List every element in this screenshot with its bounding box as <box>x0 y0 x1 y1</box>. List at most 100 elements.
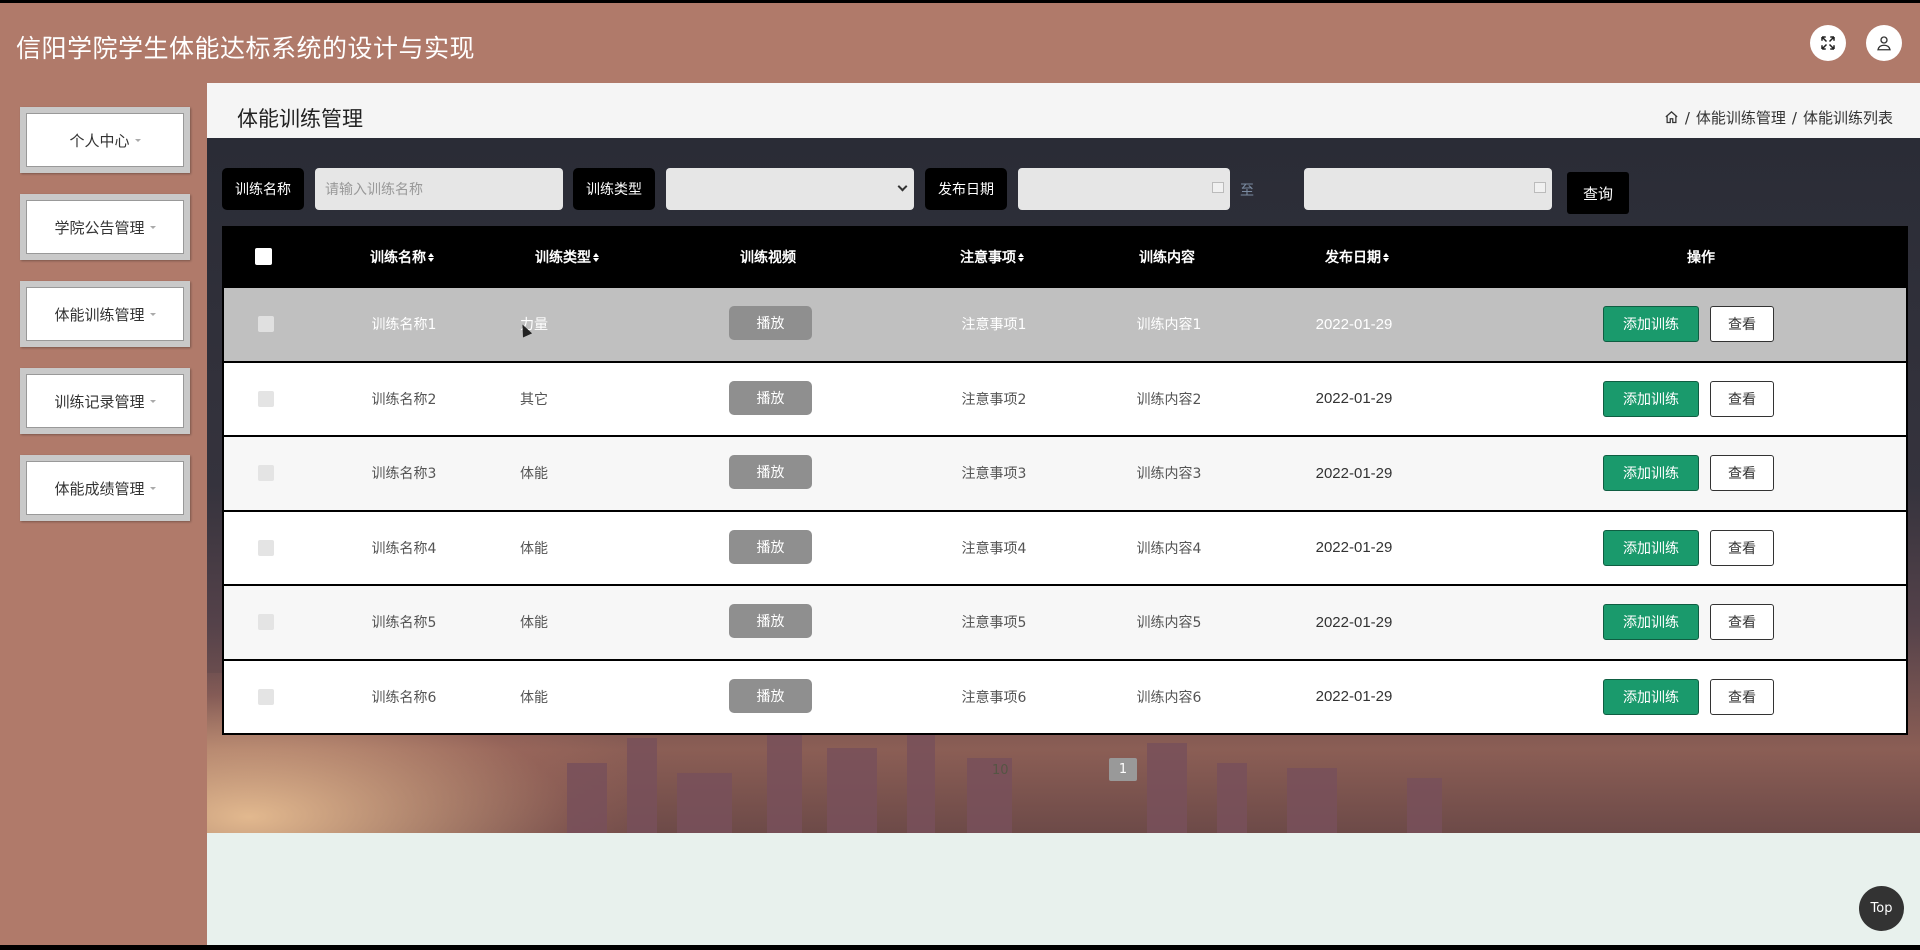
user-button[interactable] <box>1866 25 1902 61</box>
view-button[interactable]: 查看 <box>1710 604 1774 640</box>
add-training-button[interactable]: 添加训练 <box>1603 604 1699 640</box>
play-button[interactable]: 播放 <box>729 455 812 489</box>
cell-type: 力量 <box>520 317 548 334</box>
add-training-button[interactable]: 添加训练 <box>1603 529 1699 566</box>
pagination-page-current[interactable]: 1 <box>1109 758 1137 781</box>
sidebar-item-training[interactable]: 体能训练管理 <box>20 281 190 347</box>
cell-notes: 注意事项6 <box>961 689 1027 706</box>
play-button[interactable]: 播放 <box>729 604 812 638</box>
cell-date: 2022-01-29 <box>1315 315 1393 333</box>
select-all-checkbox[interactable] <box>255 248 272 265</box>
cell-content: 训练内容5 <box>1136 615 1202 632</box>
add-training-button[interactable]: 添加训练 <box>1603 380 1699 417</box>
background-building <box>767 723 802 833</box>
home-icon[interactable] <box>1664 110 1679 125</box>
sort-icon <box>593 252 599 262</box>
page-size-select[interactable]: 10 <box>992 763 1009 778</box>
chevron-down-icon <box>149 399 156 403</box>
date-from-input[interactable] <box>1018 168 1230 210</box>
play-button[interactable]: 播放 <box>729 529 812 564</box>
play-button[interactable]: 播放 <box>729 306 812 340</box>
sidebar-item-label: 训练记录管理 <box>54 392 145 411</box>
date-to-input[interactable] <box>1304 168 1552 210</box>
background-building <box>1407 778 1442 833</box>
cell-type: 其它 <box>520 391 548 408</box>
app-title: 信阳学院学生体能达标系统的设计与实现 <box>16 34 476 63</box>
sidebar: 个人中心 学院公告管理 体能训练管理 训练记录管理 体能成绩管理 <box>0 83 207 945</box>
add-training-button[interactable]: 添加训练 <box>1603 306 1699 342</box>
training-type-select[interactable] <box>666 168 914 210</box>
view-button[interactable]: 查看 <box>1710 455 1774 491</box>
user-icon <box>1877 36 1891 51</box>
calendar-icon <box>1212 182 1224 193</box>
background-building <box>1147 743 1187 833</box>
breadcrumb-separator: / <box>1791 108 1797 127</box>
header-date[interactable]: 发布日期 <box>1302 226 1412 288</box>
sidebar-item-scores[interactable]: 体能成绩管理 <box>20 455 190 521</box>
fullscreen-icon <box>1821 36 1835 50</box>
view-button[interactable]: 查看 <box>1710 380 1774 417</box>
header-label: 操作 <box>1687 250 1715 266</box>
background-building <box>827 748 877 833</box>
sidebar-item-label: 个人中心 <box>69 131 130 150</box>
cell-type: 体能 <box>520 689 548 706</box>
background-scene: 训练名称 请输入训练名称 训练类型 发布日期 至 查询 训练名称 训练类型 训练… <box>207 138 1920 833</box>
row-checkbox[interactable] <box>258 465 274 481</box>
top-header: 信阳学院学生体能达标系统的设计与实现 <box>0 3 1920 83</box>
add-training-button[interactable]: 添加训练 <box>1603 678 1699 715</box>
play-button[interactable]: 播放 <box>729 678 812 713</box>
cell-date: 2022-01-29 <box>1315 613 1393 631</box>
cell-name: 训练名称3 <box>371 466 437 483</box>
cell-notes: 注意事项2 <box>961 391 1027 408</box>
view-button[interactable]: 查看 <box>1710 678 1774 715</box>
query-button[interactable]: 查询 <box>1567 172 1629 214</box>
view-button[interactable]: 查看 <box>1710 529 1774 566</box>
table-row: 训练名称1 力量 播放 注意事项1 训练内容1 2022-01-29 添加训练 … <box>222 288 1908 363</box>
breadcrumb-level1[interactable]: 体能训练管理 <box>1696 107 1786 128</box>
background-building <box>627 738 657 833</box>
cell-date: 2022-01-29 <box>1315 688 1393 706</box>
row-checkbox[interactable] <box>258 539 274 556</box>
cell-date: 2022-01-29 <box>1315 539 1393 557</box>
table-row: 训练名称6 体能 播放 注意事项6 训练内容6 2022-01-29 添加训练 … <box>222 660 1908 735</box>
breadcrumb-level2: 体能训练列表 <box>1802 109 1893 127</box>
background-building <box>567 763 607 833</box>
chevron-down-icon <box>134 138 141 142</box>
row-checkbox[interactable] <box>258 688 274 705</box>
training-name-input[interactable]: 请输入训练名称 <box>315 168 563 210</box>
sidebar-item-announcements[interactable]: 学院公告管理 <box>20 194 190 260</box>
header-name[interactable]: 训练名称 <box>347 226 457 288</box>
header-content: 训练内容 <box>1112 226 1222 288</box>
header-label: 发布日期 <box>1325 250 1381 266</box>
row-checkbox[interactable] <box>258 316 274 332</box>
chevron-down-icon <box>149 486 156 490</box>
sidebar-item-label: 体能训练管理 <box>54 305 145 324</box>
calendar-icon <box>1534 182 1546 193</box>
header-type[interactable]: 训练类型 <box>512 226 622 288</box>
breadcrumb-separator: / <box>1684 108 1690 127</box>
row-checkbox[interactable] <box>258 390 274 407</box>
view-button[interactable]: 查看 <box>1710 306 1774 342</box>
cell-date: 2022-01-29 <box>1315 390 1393 408</box>
cell-name: 训练名称1 <box>371 317 437 334</box>
sidebar-item-records[interactable]: 训练记录管理 <box>20 368 190 434</box>
page-header: 体能训练管理 / 体能训练管理 / 体能训练列表 <box>207 83 1920 138</box>
background-building <box>907 733 935 833</box>
fullscreen-button[interactable] <box>1810 25 1846 61</box>
training-name-placeholder: 请输入训练名称 <box>325 182 423 198</box>
header-label: 训练视频 <box>740 250 796 266</box>
row-checkbox[interactable] <box>258 614 274 630</box>
cell-type: 体能 <box>520 615 548 632</box>
add-training-button[interactable]: 添加训练 <box>1603 455 1699 491</box>
table-header: 训练名称 训练类型 训练视频 注意事项 训练内容 发布日期 操作 <box>222 226 1908 288</box>
sidebar-item-personal-center[interactable]: 个人中心 <box>20 107 190 173</box>
play-button[interactable]: 播放 <box>729 380 812 415</box>
background-building <box>1217 763 1247 833</box>
cell-content: 训练内容2 <box>1136 391 1202 408</box>
cell-notes: 注意事项1 <box>961 317 1027 334</box>
back-to-top-button[interactable]: Top <box>1859 886 1904 931</box>
sidebar-item-label: 学院公告管理 <box>54 218 145 237</box>
cell-notes: 注意事项3 <box>961 466 1027 483</box>
name-label: 训练名称 <box>222 168 304 210</box>
header-notes[interactable]: 注意事项 <box>937 226 1047 288</box>
